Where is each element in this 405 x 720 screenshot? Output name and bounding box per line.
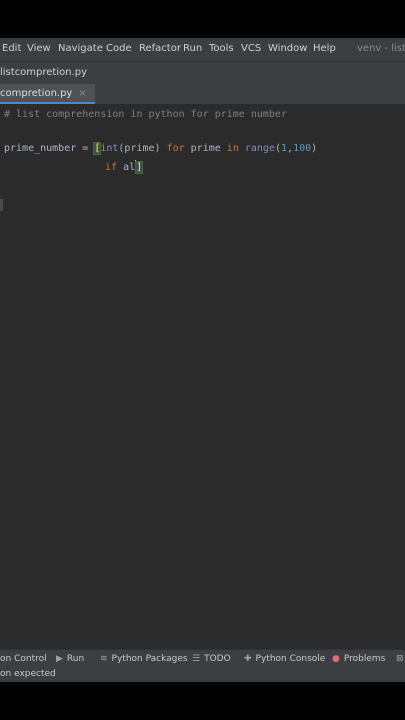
menu-window[interactable]: Window [268,43,307,54]
tool-more[interactable]: ⊠ [396,654,405,664]
menu-view[interactable]: View [27,43,51,54]
tool-python-console[interactable]: ✚ Python Console [244,654,325,664]
menu-navigate[interactable]: Navigate [58,43,103,54]
menu-help[interactable]: Help [313,43,336,54]
tool-todo[interactable]: ☰ TODO [192,654,231,664]
problems-icon: ● [332,654,340,664]
tool-python-packages[interactable]: ≋ Python Packages [100,654,188,664]
run-icon: ▶ [56,654,63,664]
keyword-if: if [105,162,118,173]
code-line-condition: if al] [105,160,144,174]
number-end: 100 [293,143,312,154]
tool-label: on Control [0,654,47,664]
int-args: (prime) [118,143,167,154]
variable-name: prime_number [4,143,77,154]
keyword-for: for [166,143,185,154]
tool-label: Python Console [255,654,326,664]
project-title: venv - listc [357,43,405,54]
editor-tab-bar: compretion.py × [0,84,405,104]
menu-refactor[interactable]: Refactor [139,43,181,54]
tool-label: TODO [204,654,231,664]
tab-label: compretion.py [0,87,73,99]
menu-code[interactable]: Code [106,43,132,54]
ide-window: Edit View Navigate Code Refactor Run Too… [0,38,405,682]
code-line-comment: # list comprehension in python for prime… [4,109,287,120]
tool-label: Python Packages [111,654,188,664]
tool-window-bar: on Control ▶ Run ≋ Python Packages ☰ TODO ✚… [0,649,405,668]
list-icon: ☰ [192,654,201,664]
partial-identifier: al [117,162,136,173]
matched-bracket-close: ] [135,161,144,174]
tool-problems[interactable]: ● Problems [332,654,385,664]
code-line-assignment: prime_number = [int(prime) for prime in … [4,142,318,155]
menu-vcs[interactable]: VCS [241,43,261,54]
breadcrumb-file[interactable]: listcompretion.py [0,67,87,78]
assign-operator: = [76,143,95,154]
packages-icon: ≋ [100,654,108,664]
tool-version-control[interactable]: on Control [0,654,47,664]
status-bar: on expected [0,667,405,682]
navigation-bar: listcompretion.py [0,61,405,85]
builtin-range: range [244,143,275,154]
close-icon[interactable]: × [78,88,86,99]
builtin-int: int [100,143,119,154]
tool-run[interactable]: ▶ Run [56,654,84,664]
code-editor[interactable]: # list comprehension in python for prime… [0,104,405,649]
more-icon: ⊠ [396,654,404,664]
keyword-in: in [226,143,239,154]
tool-label: Run [66,654,85,664]
status-message: on expected [0,669,56,679]
menu-edit[interactable]: Edit [2,43,21,54]
console-icon: ✚ [244,654,252,664]
tab-active-file[interactable]: compretion.py × [0,84,95,104]
loop-variable: prime [184,143,227,154]
menu-run[interactable]: Run [183,43,202,54]
gutter-marker [0,199,3,211]
menu-tools[interactable]: Tools [209,43,234,54]
tool-label: Problems [343,654,386,664]
menu-bar: Edit View Navigate Code Refactor Run Too… [0,38,405,61]
range-close-paren: ) [311,143,318,154]
